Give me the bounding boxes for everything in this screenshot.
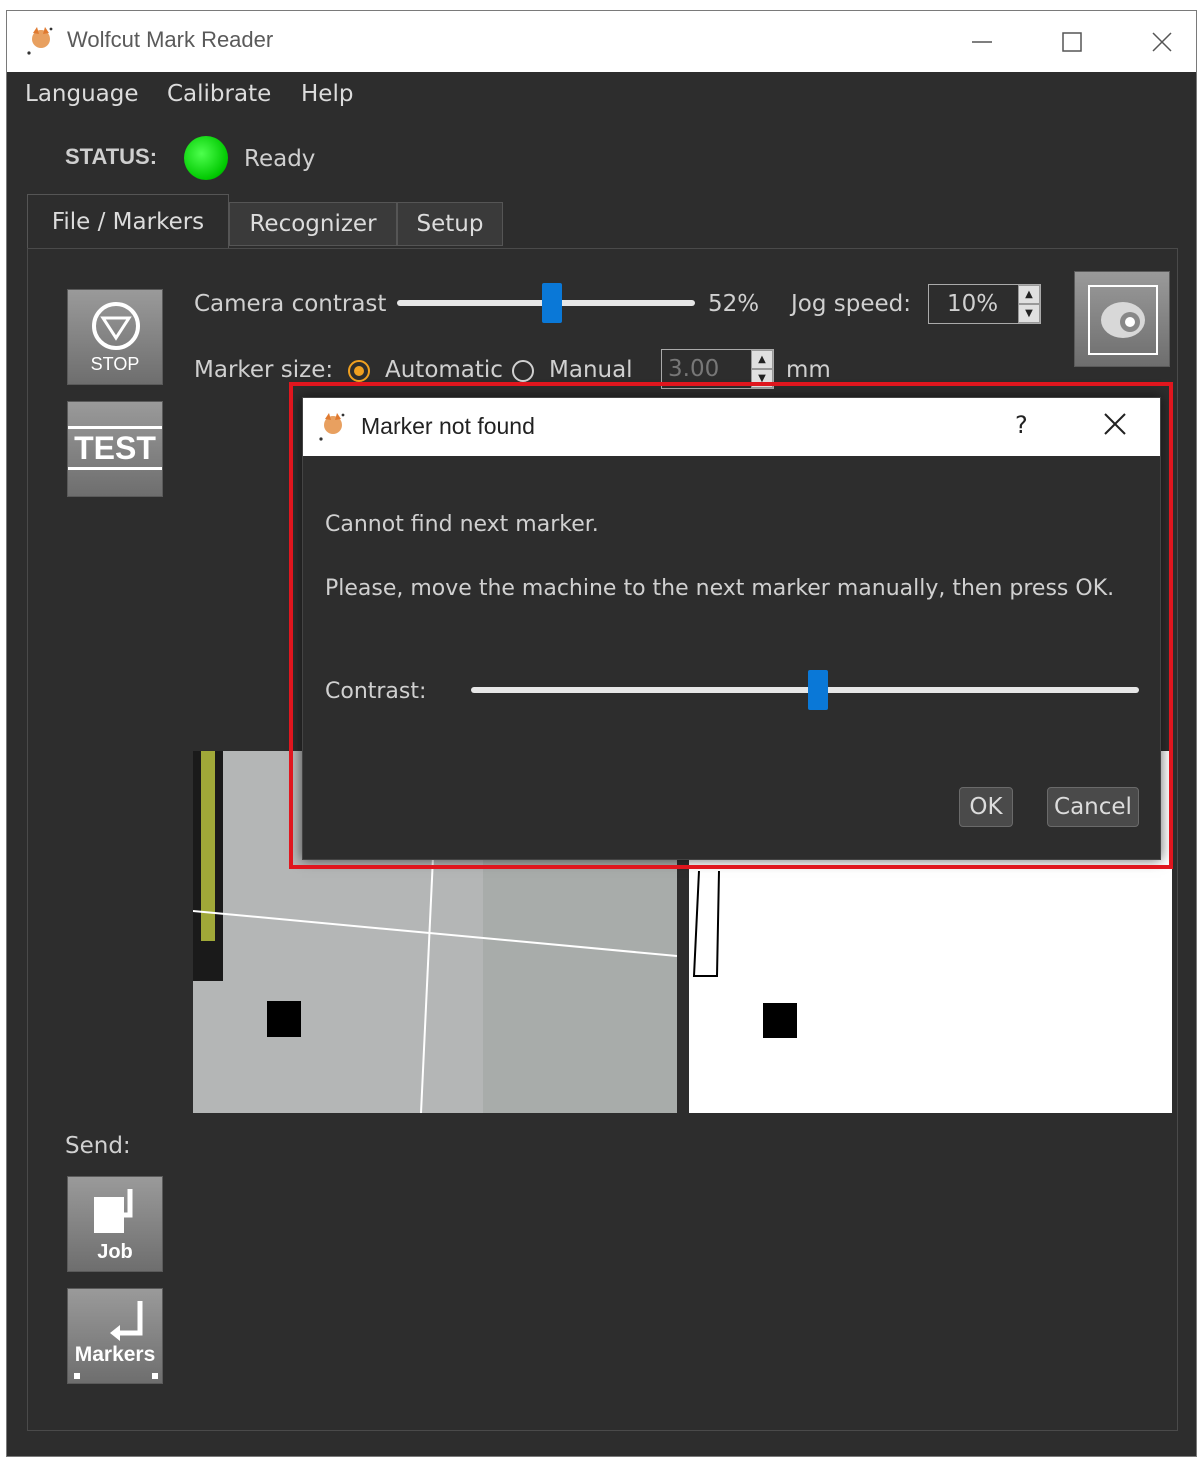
unit-label: mm [786,357,831,383]
manual-label: Manual [549,357,633,383]
tab-setup[interactable]: Setup [397,202,503,246]
manual-radio[interactable] [512,360,534,382]
camera-button[interactable] [1074,271,1170,367]
up-arrow-icon[interactable]: ▲ [751,350,773,369]
camera-contrast-label: Camera contrast [194,291,387,317]
marker-size-label: Marker size: [194,357,334,383]
maximize-icon [1062,31,1082,52]
maximize-button[interactable] [1027,11,1117,72]
camera-contrast-value: 52% [708,291,760,317]
down-arrow-icon[interactable]: ▼ [1018,304,1040,323]
automatic-radio[interactable] [348,360,370,382]
camera-contrast-handle[interactable] [541,283,562,323]
camera-icon [1088,285,1158,355]
markers-label: Markers [74,1343,156,1366]
send-job-button[interactable]: Job [67,1176,163,1272]
tab-recognizer[interactable]: Recognizer [229,202,397,246]
menu-language[interactable]: Language [25,81,139,107]
up-arrow-icon[interactable]: ▲ [1018,285,1040,304]
jog-speed-label: Jog speed: [791,291,911,317]
menu-help[interactable]: Help [301,81,353,107]
jog-speed-spinbox[interactable]: 10% ▲ ▼ [928,284,1041,324]
status-text: Ready [244,146,316,172]
jog-speed-stepper[interactable]: ▲ ▼ [1018,285,1040,323]
tab-file-markers[interactable]: File / Markers [27,194,229,249]
status-label: STATUS: [65,144,158,169]
jog-speed-value: 10% [947,291,999,317]
automatic-label: Automatic [385,357,503,383]
highlight-box [289,382,1173,869]
menu-calibrate[interactable]: Calibrate [167,81,271,107]
stop-label: STOP [90,354,140,374]
send-markers-icon [74,1301,158,1379]
send-markers-button[interactable]: Markers [67,1288,163,1384]
status-indicator [184,136,228,180]
test-label: TEST [68,426,162,470]
send-label: Send: [65,1133,131,1159]
minimize-button[interactable] [937,11,1027,72]
wolf-logo-icon [27,27,53,55]
close-icon [1152,31,1172,52]
minimize-icon [972,40,992,43]
test-button[interactable]: TEST [67,401,163,497]
title-bar: Wolfcut Mark Reader [7,11,1196,72]
close-button[interactable] [1117,11,1197,72]
stop-button[interactable]: STOP [67,289,163,385]
marker-size-value: 3.00 [668,356,720,382]
window-title: Wolfcut Mark Reader [67,27,274,52]
job-label: Job [97,1241,133,1263]
